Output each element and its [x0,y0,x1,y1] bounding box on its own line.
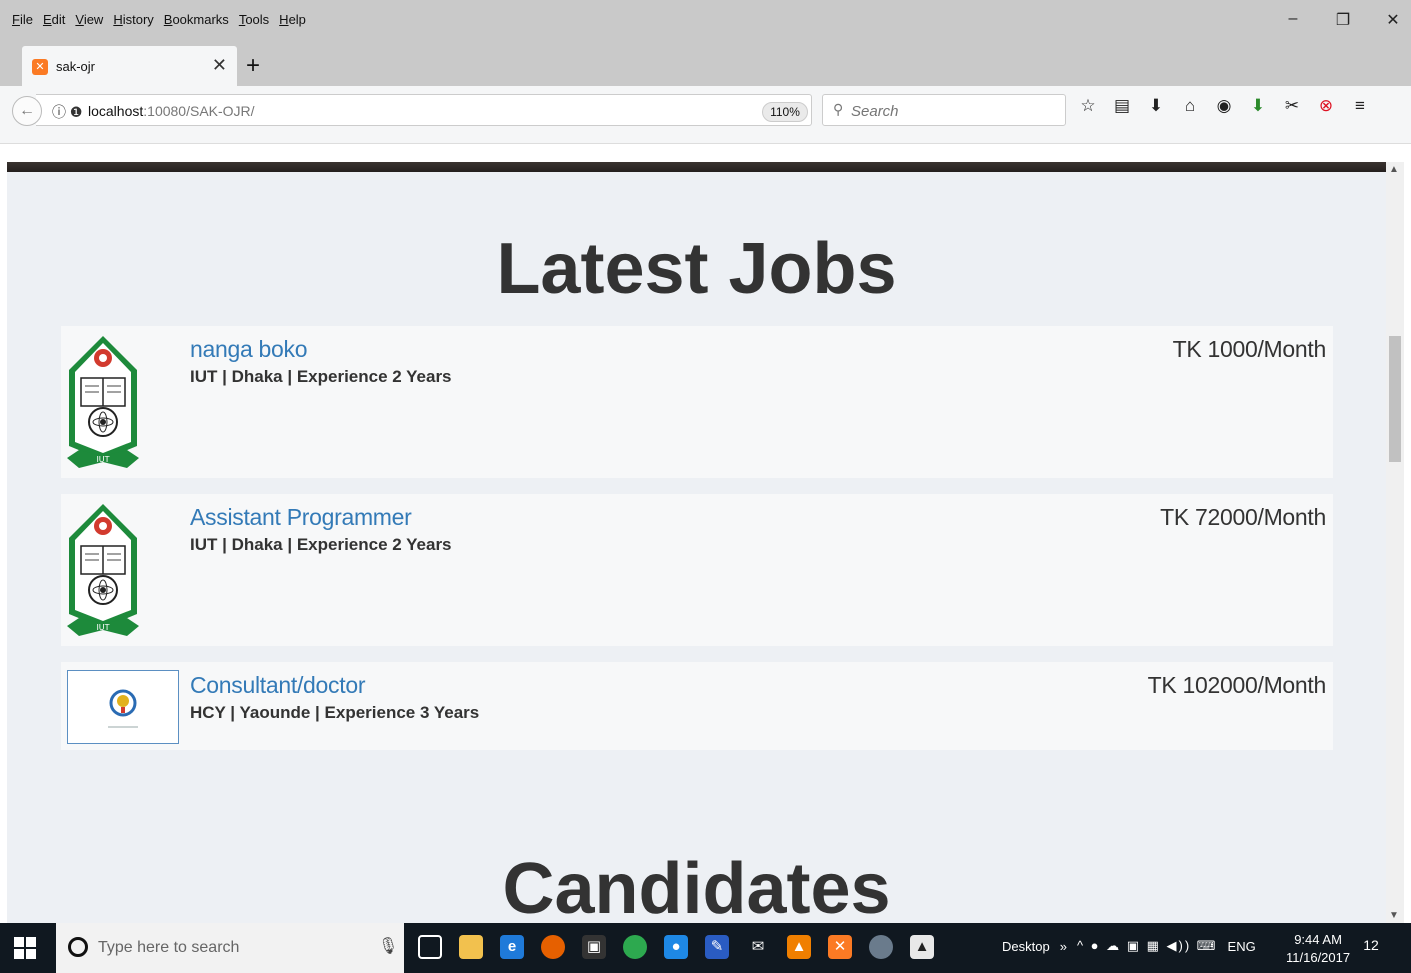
new-tab-button[interactable]: + [246,52,260,80]
page-scrollbar[interactable]: ▲ ▼ [1386,162,1404,923]
download-icon[interactable]: ⬇ [1146,96,1166,116]
iut-logo: IUT [67,334,179,481]
toolbar-icons: ☆ ▤ ⬇ ⌂ ◉ ⬇ ✂ ⊗ ≡ [1078,96,1370,116]
notification-count: 12 [1363,937,1379,953]
menu-edit[interactable]: Edit [43,12,65,27]
taskbar-clock[interactable]: 9:44 AM 11/16/2017 [1286,931,1350,967]
task-view-icon[interactable] [418,935,442,959]
windows-taskbar: Type here to search 🎙 e ▣ ● ✎ ✉ ▲ ✕ ▲ De… [0,923,1411,973]
tab-close-icon[interactable]: ✕ [212,55,227,76]
navigation-bar: ⓘ ❶ localhost:10080/SAK-OJR/ 110% ↻ ← ⚲ … [0,86,1411,144]
tray-icons[interactable]: ^ ● ☁ ▣ ▦ ◀)) ⌨ [1077,938,1218,954]
job-meta: HCY | Yaounde | Experience 3 Years [190,703,480,722]
job-salary: TK 72000/Month [1160,504,1326,530]
firefox-icon[interactable] [541,935,565,959]
search-icon: ⚲ [833,101,844,117]
vlc-icon[interactable]: ▲ [787,935,811,959]
screenshot-icon[interactable]: ✂ [1282,96,1302,116]
messenger-icon[interactable]: ● [664,935,688,959]
xampp-icon: ✕ [32,59,48,75]
chrome-icon[interactable] [623,935,647,959]
adblock-icon[interactable]: ⊗ [1316,96,1336,116]
tab-bar: ✕ sak-ojr ✕ + [0,46,1411,86]
tab-title: sak-ojr [56,59,96,74]
menu-bookmarks[interactable]: Bookmarks [164,12,229,27]
store-icon[interactable]: ▣ [582,935,606,959]
desktop-toolbar-label[interactable]: Desktop [1002,939,1050,954]
menu-bar: File Edit View History Bookmarks Tools H… [0,0,1411,36]
menu-tools[interactable]: Tools [239,12,269,27]
hcy-logo [67,670,179,744]
url-bar[interactable]: ⓘ ❶ localhost:10080/SAK-OJR/ 110% ↻ [36,94,839,126]
iut-logo: IUT [67,502,179,649]
restore-button[interactable]: ❐ [1335,10,1351,30]
scroll-up-icon[interactable]: ▲ [1389,164,1399,175]
menu-help[interactable]: Help [279,12,306,27]
pocket-icon[interactable]: ◉ [1214,96,1234,116]
window-controls: – ❐ ✕ [1285,10,1401,30]
language-indicator[interactable]: ENG [1228,939,1256,954]
xampp-taskbar-icon[interactable]: ✕ [828,935,852,959]
clock-time: 9:44 AM [1294,932,1342,947]
extension-download-icon[interactable]: ⬇ [1248,96,1268,116]
edge-icon[interactable]: e [500,935,524,959]
back-button[interactable]: ← [12,96,42,126]
mail-icon[interactable]: ✉ [746,935,770,959]
cortana-icon [68,937,88,957]
page-content: Latest Jobs IUT nanga boko IUT | Dhaka |… [7,162,1386,923]
reading-list-icon[interactable]: ▤ [1112,96,1132,116]
candidates-heading: Candidates [502,849,891,923]
job-card[interactable]: IUT nanga boko IUT | Dhaka | Experience … [61,326,1333,478]
home-icon[interactable]: ⌂ [1180,96,1200,116]
job-card[interactable]: Consultant/doctor HCY | Yaounde | Experi… [61,662,1333,750]
job-title-link[interactable]: Consultant/doctor [190,672,365,699]
job-title-link[interactable]: Assistant Programmer [190,504,412,531]
job-card[interactable]: IUT Assistant Programmer IUT | Dhaka | E… [61,494,1333,646]
file-explorer-icon[interactable] [459,935,483,959]
page-viewport: Latest Jobs IUT nanga boko IUT | Dhaka |… [0,144,1411,923]
toolbar-expand-icon[interactable]: » [1060,939,1067,954]
app-icon[interactable]: ✎ [705,935,729,959]
job-salary: TK 102000/Month [1147,672,1327,698]
job-meta: IUT | Dhaka | Experience 2 Years [190,535,452,554]
svg-text:IUT: IUT [96,623,109,632]
system-tray: Desktop » ^ ● ☁ ▣ ▦ ◀)) ⌨ ENG [1002,938,1256,954]
menu-file[interactable]: File [12,12,33,27]
hamburger-menu-icon[interactable]: ≡ [1350,96,1370,116]
clock-date: 11/16/2017 [1286,950,1351,965]
url-host: localhost [88,103,144,119]
search-box[interactable]: ⚲ [822,94,1066,126]
minimize-button[interactable]: – [1285,10,1301,30]
url-path: :10080/SAK-OJR/ [143,103,255,119]
taskbar-search-box[interactable]: Type here to search 🎙 [56,923,404,973]
menu-view[interactable]: View [75,12,103,27]
svg-text:IUT: IUT [96,455,109,464]
menu-items: File Edit View History Bookmarks Tools H… [12,12,306,27]
microphone-icon[interactable]: 🎙 [378,936,398,956]
paint-icon[interactable] [869,935,893,959]
job-salary: TK 1000/Month [1172,336,1327,362]
taskbar-search-placeholder: Type here to search [98,939,240,956]
url-text[interactable]: localhost:10080/SAK-OJR/ [88,103,255,119]
header-strip [7,162,1386,172]
windows-start-icon[interactable] [14,937,36,959]
close-window-button[interactable]: ✕ [1385,10,1401,30]
bookmark-star-icon[interactable]: ☆ [1078,96,1098,116]
job-meta: IUT | Dhaka | Experience 2 Years [190,367,452,386]
search-input[interactable] [851,101,1051,121]
taskbar-apps: e ▣ ● ✎ ✉ ▲ ✕ ▲ [418,935,934,959]
tab-sak-ojr[interactable]: ✕ sak-ojr ✕ [22,46,237,86]
notification-center-icon[interactable]: 12 [1360,937,1382,959]
zoom-level-badge[interactable]: 110% [762,102,808,122]
site-info-icon[interactable]: ⓘ ❶ [52,102,82,122]
menu-history[interactable]: History [113,12,153,27]
job-title-link[interactable]: nanga boko [190,336,308,363]
scroll-down-icon[interactable]: ▼ [1389,910,1399,921]
scrollbar-thumb[interactable] [1389,336,1401,462]
latest-jobs-heading: Latest Jobs [496,229,897,309]
photos-icon[interactable]: ▲ [910,935,934,959]
